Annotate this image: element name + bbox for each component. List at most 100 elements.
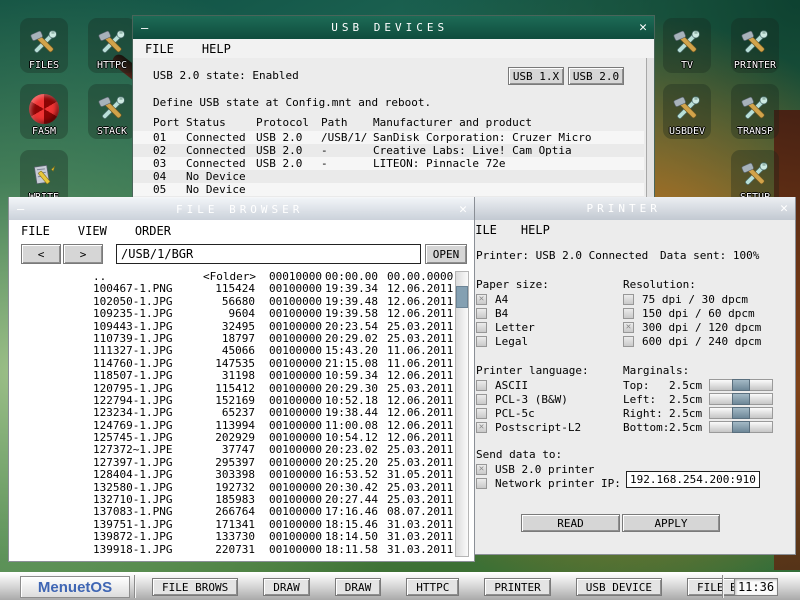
back-button[interactable]: < [21, 244, 61, 264]
usb-menu-help[interactable]: HELP [202, 42, 231, 56]
usb-device-row[interactable]: 03ConnectedUSB 2.0-LITEON: Pinnacle 72e [133, 157, 644, 170]
usb-cell: 04 [153, 170, 186, 183]
close-icon[interactable]: ✕ [459, 202, 467, 217]
checkbox-checked[interactable]: ✕ [476, 294, 487, 305]
fb-menu-view[interactable]: VIEW [78, 224, 107, 238]
file-row[interactable]: 127372~1.JPE377470010000020:23.0225.03.2… [9, 444, 454, 456]
checkbox-unchecked[interactable] [476, 380, 487, 391]
desktop-icon-httpc[interactable]: HTTPC [88, 18, 136, 73]
checkbox-unchecked[interactable] [623, 308, 634, 319]
printer-window-titlebar[interactable]: — PRINTER ✕ [456, 197, 795, 220]
path-input[interactable] [116, 244, 421, 264]
checkbox-unchecked[interactable] [623, 336, 634, 347]
usb-column-header: Status [186, 116, 256, 129]
file-row[interactable]: 123234-1.JPG652370010000019:38.4412.06.2… [9, 407, 454, 419]
task-button[interactable]: FILE BROWS [152, 578, 238, 596]
printer-menu-help[interactable]: HELP [521, 223, 550, 237]
file-date: 08.07.2011 [383, 506, 454, 518]
file-flags: 00100000 [255, 345, 321, 357]
checkbox-unchecked[interactable] [476, 394, 487, 405]
file-time: 19:39.34 [321, 283, 383, 295]
usb-device-row[interactable]: 04No Device [133, 170, 644, 183]
read-button[interactable]: READ [521, 514, 620, 532]
marginal-slider[interactable] [709, 393, 773, 405]
file-date: 31.03.2011 [383, 531, 454, 543]
slider-thumb[interactable] [732, 407, 750, 419]
desktop-icon-usbdev[interactable]: USBDEV [663, 84, 711, 139]
file-row[interactable]: 109235-1.JPG96040010000019:39.5812.06.20… [9, 308, 454, 320]
fb-menu-file[interactable]: FILE [21, 224, 50, 238]
checkbox-unchecked[interactable] [476, 308, 487, 319]
desktop-icon-files[interactable]: FILES [20, 18, 68, 73]
file-row[interactable]: 111327-1.JPG450660010000015:43.2011.06.2… [9, 345, 454, 357]
usb-window-titlebar[interactable]: — USB DEVICES ✕ [133, 16, 654, 39]
open-button[interactable]: OPEN [425, 244, 467, 264]
file-list-scrollbar[interactable] [455, 271, 469, 557]
checkbox-unchecked[interactable] [476, 336, 487, 347]
file-row[interactable]: 118507-1.JPG311980010000010:59.3412.06.2… [9, 370, 454, 382]
usb-device-row[interactable]: 01ConnectedUSB 2.0/USB/1/SanDisk Corpora… [133, 131, 644, 144]
menuetos-start-button[interactable]: MenuetOS [20, 576, 130, 598]
file-row[interactable]: 139872-1.JPG1337300010000018:14.5031.03.… [9, 531, 454, 543]
desktop-icon-tv[interactable]: TV [663, 18, 711, 73]
usb-cell [373, 170, 644, 183]
scrollbar-thumb[interactable] [456, 286, 468, 308]
slider-thumb[interactable] [732, 421, 750, 433]
checkbox-checked[interactable]: ✕ [623, 322, 634, 333]
forward-button[interactable]: > [63, 244, 103, 264]
file-row[interactable]: 128404-1.JPG3033980010000016:53.5231.05.… [9, 469, 454, 481]
desktop-icon-stack[interactable]: STACK [88, 84, 136, 139]
section-title: Marginals: [623, 364, 779, 378]
close-icon[interactable]: ✕ [639, 20, 647, 35]
task-button[interactable]: PRINTER [484, 578, 550, 596]
usb-menu-file[interactable]: FILE [145, 42, 174, 56]
file-flags: 00100000 [255, 370, 321, 382]
usb-cell: USB 2.0 [256, 157, 321, 170]
minimize-icon[interactable]: — [17, 202, 24, 216]
usb-device-row[interactable]: 05No Device [133, 183, 644, 196]
network-printer-ip-field[interactable] [626, 471, 760, 488]
task-button[interactable]: DRAW [263, 578, 310, 596]
marginal-label: Bottom: [623, 421, 669, 434]
slider-thumb[interactable] [732, 379, 750, 391]
file-row[interactable]: 137083-1.PNG2667640010000017:16.4608.07.… [9, 506, 454, 518]
apply-button[interactable]: APPLY [622, 514, 720, 532]
file-row[interactable]: 100467-1.PNG1154240010000019:39.3412.06.… [9, 283, 454, 295]
tools-icon [154, 20, 172, 36]
usb1x-button[interactable]: USB 1.X [508, 67, 564, 85]
usb-cell: Connected [186, 131, 256, 144]
usb-device-row[interactable]: 02ConnectedUSB 2.0-Creative Labs: Live! … [133, 144, 644, 157]
usb20-button[interactable]: USB 2.0 [568, 67, 624, 85]
checkbox-unchecked[interactable] [476, 322, 487, 333]
marginal-slider[interactable] [709, 407, 773, 419]
desktop-icon-printer[interactable]: PRINTER [731, 18, 779, 73]
section-title: Resolution: [623, 278, 761, 292]
checkbox-checked[interactable]: ✕ [476, 422, 487, 433]
marginal-slider[interactable] [709, 421, 773, 433]
usb-cell [373, 183, 644, 196]
file-time: 17:16.46 [321, 506, 383, 518]
marginal-slider[interactable] [709, 379, 773, 391]
task-button[interactable]: DRAW [335, 578, 382, 596]
desktop-icon-transp[interactable]: TRANSP [731, 84, 779, 139]
slider-thumb[interactable] [732, 393, 750, 405]
tools-icon [738, 159, 772, 191]
checkbox-unchecked[interactable] [623, 294, 634, 305]
file-browser-titlebar[interactable]: — FILE BROWSER ✕ [9, 197, 474, 220]
option-row: PCL-3 (B&W) [476, 392, 589, 406]
checkbox-checked[interactable]: ✕ [476, 464, 487, 475]
minimize-icon[interactable]: — [141, 21, 148, 35]
file-flags: 00100000 [255, 308, 321, 320]
checkbox-unchecked[interactable] [476, 408, 487, 419]
close-icon[interactable]: ✕ [780, 201, 788, 216]
task-button[interactable]: USB DEVICE [576, 578, 662, 596]
checkbox-unchecked[interactable] [476, 478, 487, 489]
desktop-icon-fasm[interactable]: FASM [20, 84, 68, 139]
option-label: PCL-3 (B&W) [495, 393, 568, 406]
file-name: 123234-1.JPG [93, 407, 203, 419]
file-size: 9604 [203, 308, 255, 320]
file-size: 65237 [203, 407, 255, 419]
fb-menu-order[interactable]: ORDER [135, 224, 171, 238]
task-button[interactable]: HTTPC [406, 578, 459, 596]
file-row[interactable]: 139918-1.JPG2207310010000018:11.5831.03.… [9, 544, 454, 556]
